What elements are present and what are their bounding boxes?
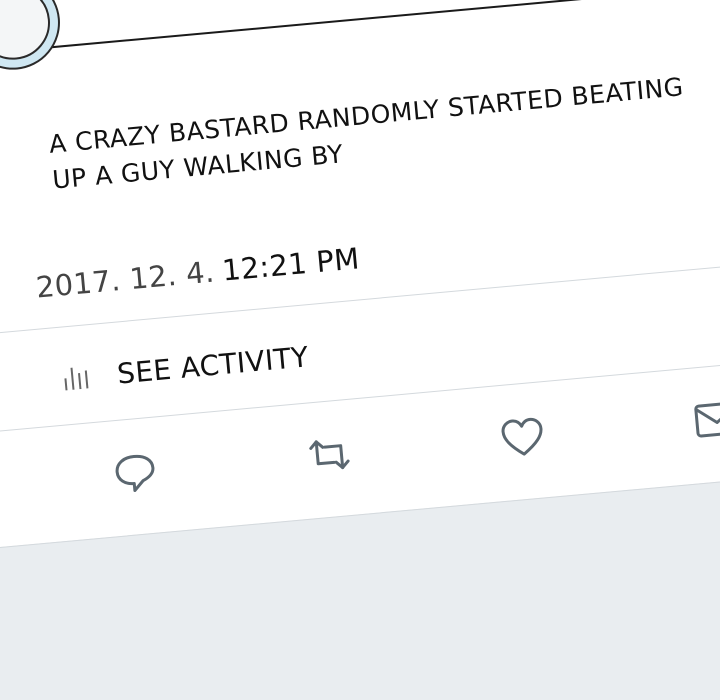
reply-button[interactable] [105,442,166,503]
tweet-time: 12:21 PM [220,241,361,288]
timeline-background [0,469,720,639]
envelope-icon [694,401,720,438]
retweet-icon [308,440,350,470]
retweet-button[interactable] [299,424,360,485]
speech-bubble-icon [115,454,155,493]
like-button[interactable] [493,407,554,468]
screen: A CRAZY BASTARD RANDOMLY STARTED BEATING… [0,0,720,700]
bar-chart-icon [63,366,89,390]
tweet-body: A CRAZY BASTARD RANDOMLY STARTED BEATING… [48,63,720,198]
see-activity-label: SEE ACTIVITY [115,340,311,391]
see-activity-button[interactable]: SEE ACTIVITY [63,340,310,395]
avatar[interactable] [0,0,65,74]
tweet-timestamp: 2017. 12. 4. 12:21 PM [35,241,361,304]
tweet-card: A CRAZY BASTARD RANDOMLY STARTED BEATING… [0,0,720,639]
tweet-date: 2017. 12. 4. [34,254,216,305]
heart-icon [501,417,543,456]
tweet-actions [105,389,720,503]
avatar-image [0,0,54,63]
direct-message-button[interactable] [686,389,720,450]
tweet-header [0,0,720,74]
